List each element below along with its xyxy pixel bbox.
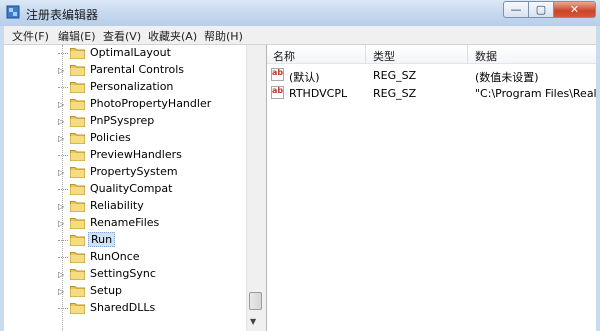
close-button[interactable]: ✕ [554,1,596,18]
folder-icon [70,167,85,178]
tree-connector [58,189,68,190]
tree-item-label: Personalization [90,80,174,93]
expand-arrow-icon[interactable]: ▷ [58,117,64,126]
tree-item-label: Policies [90,131,131,144]
folder-icon [70,218,85,229]
value-row[interactable]: ab RTHDVCPL REG_SZ "C:\Program Files\Rea… [267,84,597,102]
menu-file[interactable]: 文件(F) [12,28,49,44]
expand-arrow-icon[interactable]: ▷ [58,270,64,279]
tree-item-label: QualityCompat [90,182,173,195]
folder-icon [70,48,85,59]
scrollbar-thumb[interactable] [249,292,262,310]
expand-arrow-icon[interactable]: ▷ [58,66,64,75]
list-header: 名称 类型 数据 [267,45,597,64]
value-data: (数值未设置) [475,71,539,84]
tree-item[interactable]: ▷ PropertySystem [4,164,244,181]
tree-item-label: PreviewHandlers [90,148,182,161]
folder-icon [70,201,85,212]
window-frame [596,26,600,331]
values-list[interactable]: 名称 类型 数据 ab (默认) REG_SZ (数值未设置) ab RTHDV… [266,45,597,331]
tree-item-label: Setup [90,284,123,297]
tree-connector [58,87,68,88]
tree-item[interactable]: RunOnce [4,249,244,266]
tree-item[interactable]: ▷ PnPSysprep [4,113,244,130]
value-data: "C:\Program Files\Realte [475,87,597,100]
tree-item[interactable]: Personalization [4,79,244,96]
folder-icon [70,133,85,144]
value-type: REG_SZ [373,87,417,100]
minimize-button[interactable]: — [503,1,529,18]
value-name: RTHDVCPL [289,87,348,100]
folder-icon [70,184,85,195]
column-header-type[interactable]: 类型 [373,48,395,66]
menu-edit[interactable]: 编辑(E) [58,28,96,44]
column-divider[interactable] [365,45,366,63]
tree-item[interactable]: SharedDLLs [4,300,244,317]
value-name: (默认) [289,71,320,84]
expand-arrow-icon[interactable]: ▷ [58,202,64,211]
folder-icon [70,235,85,246]
tree-item-label: PhotoPropertyHandler [90,97,212,110]
expand-arrow-icon[interactable]: ▷ [58,219,64,228]
folder-icon [70,99,85,110]
registry-editor-icon [6,5,20,19]
tree-item[interactable]: ▷ Reliability [4,198,244,215]
tree-item[interactable]: ▷ SettingSync [4,266,244,283]
folder-icon [70,269,85,280]
column-header-name[interactable]: 名称 [273,48,295,66]
column-header-data[interactable]: 数据 [475,48,497,66]
tree-item[interactable]: PreviewHandlers [4,147,244,164]
folder-icon [70,286,85,297]
window-title: 注册表编辑器 [26,8,99,22]
expand-arrow-icon[interactable]: ▷ [58,168,64,177]
tree-item-label: SharedDLLs [90,301,156,314]
tree-item-label: OptimalLayout [90,46,171,59]
tree-item-label: Run [88,232,116,247]
value-type: REG_SZ [373,69,417,82]
tree-item-label: PropertySystem [90,165,178,178]
tree-item[interactable]: ▷ RenameFiles [4,215,244,232]
menu-help[interactable]: 帮助(H) [204,28,243,44]
tree-item[interactable]: QualityCompat [4,181,244,198]
tree-connector [58,155,68,156]
scroll-down-icon[interactable]: ▼ [250,317,256,326]
ab-string-icon: ab [271,68,284,81]
folder-icon [70,150,85,161]
expand-arrow-icon[interactable]: ▷ [58,134,64,143]
tree-item-label: RenameFiles [90,216,160,229]
folder-icon [70,116,85,127]
maximize-button[interactable]: ▢ [529,1,554,18]
menu-view[interactable]: 查看(V) [103,28,141,44]
column-divider[interactable] [467,45,468,63]
tree-item-label: PnPSysprep [90,114,155,127]
tree-item[interactable]: ▷ PhotoPropertyHandler [4,96,244,113]
folder-icon [70,65,85,76]
tree-connector [58,53,68,54]
menu-bar: 文件(F) 编辑(E) 查看(V) 收藏夹(A) 帮助(H) [4,26,596,45]
tree-item[interactable]: ▷ Parental Controls [4,62,244,79]
tree-item-label: Reliability [90,199,144,212]
tree-connector [58,308,68,309]
expand-arrow-icon[interactable]: ▷ [58,287,64,296]
registry-tree[interactable]: OptimalLayout ▷ Parental Controls Personali… [4,45,263,331]
folder-icon [70,82,85,93]
tree-item[interactable]: Run [4,232,244,249]
title-bar[interactable]: 注册表编辑器 — ▢ ✕ [0,0,600,26]
value-row[interactable]: ab (默认) REG_SZ (数值未设置) [267,66,597,84]
tree-item-label: Parental Controls [90,63,184,76]
ab-string-icon: ab [271,86,284,99]
tree-scrollbar[interactable]: ▼ [246,45,262,331]
tree-connector [58,240,68,241]
tree-item[interactable]: ▷ Policies [4,130,244,147]
tree-item[interactable]: OptimalLayout [4,45,244,62]
menu-favorites[interactable]: 收藏夹(A) [148,28,197,44]
tree-connector [58,257,68,258]
expand-arrow-icon[interactable]: ▷ [58,100,64,109]
folder-icon [70,303,85,314]
tree-item[interactable]: ▷ Setup [4,283,244,300]
folder-icon [70,252,85,263]
tree-item-label: RunOnce [90,250,140,263]
tree-item-label: SettingSync [90,267,156,280]
